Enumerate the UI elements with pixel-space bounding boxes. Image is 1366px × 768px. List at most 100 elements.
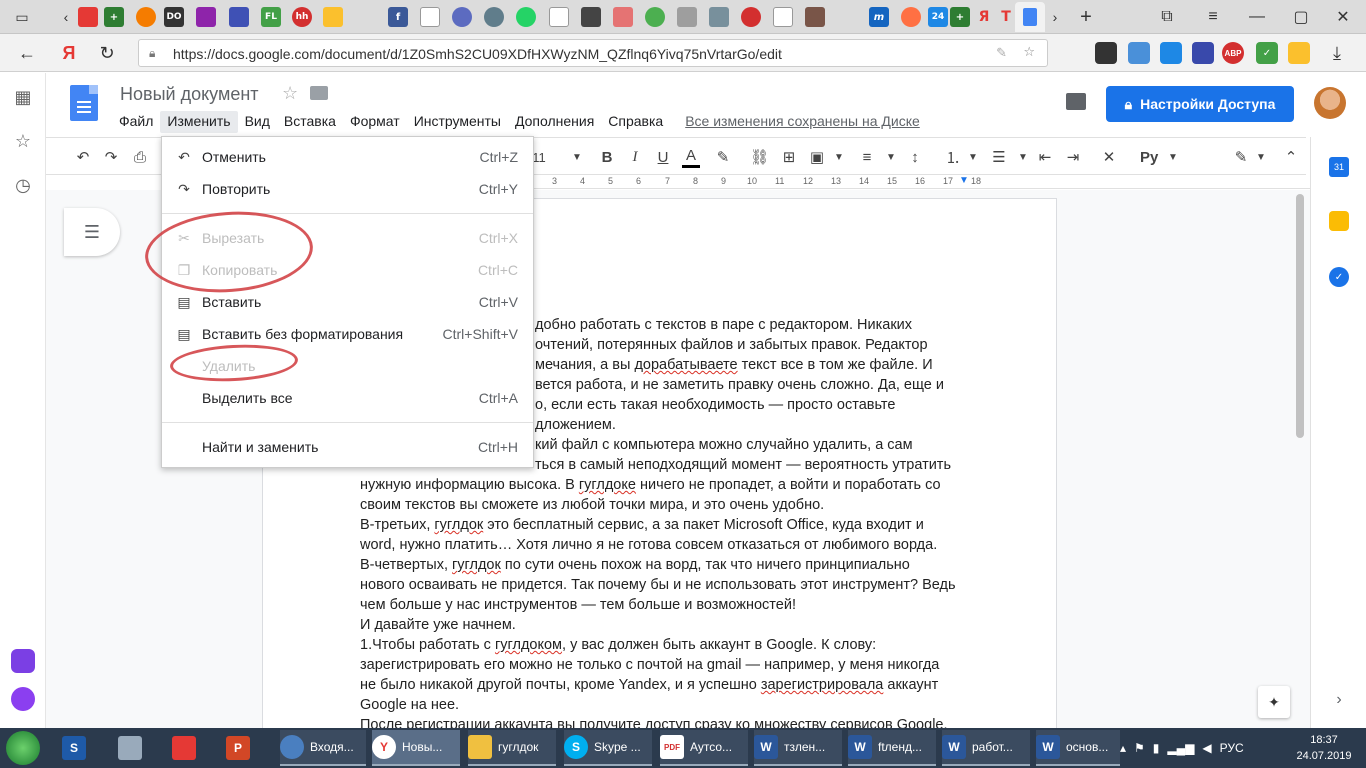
- menu-format[interactable]: Формат: [343, 111, 407, 133]
- taskbar-window-word-2[interactable]: Wftленд...: [848, 730, 936, 766]
- bulleted-list-dropdown-icon[interactable]: ▼: [1014, 146, 1032, 168]
- link-icon[interactable]: ⛓: [750, 146, 769, 168]
- highlight-icon[interactable]: ✎: [714, 146, 732, 168]
- tab-favicon-page-3[interactable]: [773, 7, 793, 27]
- editing-mode-dropdown-icon[interactable]: ▼: [1252, 146, 1270, 168]
- tab-active-docs[interactable]: [1015, 2, 1045, 32]
- menu-view[interactable]: Вид: [238, 111, 277, 133]
- align-dropdown-icon[interactable]: ▼: [882, 146, 900, 168]
- tray-expand-icon[interactable]: ▴: [1120, 741, 1126, 755]
- yandex-messenger-icon[interactable]: [11, 649, 35, 673]
- comments-icon[interactable]: [1066, 93, 1086, 110]
- spelling-error[interactable]: дорабатываете: [634, 357, 737, 373]
- url-field[interactable]: 🔒︎ https://docs.google.com/document/d/1Z…: [138, 39, 1048, 67]
- taskbar-app-powerpoint[interactable]: P: [226, 730, 264, 766]
- taskbar-window-browser[interactable]: Y Новы...: [372, 730, 460, 766]
- taskbar-window-word-4[interactable]: Wоснов...: [1036, 730, 1120, 766]
- vertical-scrollbar[interactable]: [1296, 194, 1304, 438]
- tab-favicon-do[interactable]: DO: [164, 7, 184, 27]
- editing-mode-icon[interactable]: ✎: [1232, 146, 1250, 168]
- browser-menu-icon[interactable]: ≡: [1190, 0, 1236, 34]
- docs-logo-icon[interactable]: [70, 85, 98, 121]
- alice-assistant-icon[interactable]: [11, 687, 35, 711]
- extension-icon-cloud[interactable]: [1160, 42, 1182, 64]
- menu-item-redo[interactable]: ↷ Повторить Ctrl+Y: [162, 173, 533, 205]
- input-tools[interactable]: Ру: [1140, 146, 1158, 168]
- tab-favicon-facebook[interactable]: f: [388, 7, 408, 27]
- clock[interactable]: 18:37 24.07.2019: [1292, 732, 1356, 764]
- action-center-flag-icon[interactable]: ⚑: [1134, 741, 1145, 755]
- extension-icon-shield[interactable]: ✓: [1256, 42, 1278, 64]
- taskbar-app-paint[interactable]: [172, 730, 210, 766]
- tab-favicon-globe-2[interactable]: [484, 7, 504, 27]
- menu-addons[interactable]: Дополнения: [508, 111, 601, 133]
- bookmark-star-icon[interactable]: ☆: [1023, 44, 1035, 60]
- print-icon[interactable]: ⎙: [131, 146, 149, 168]
- add-comment-icon[interactable]: ⊞: [780, 146, 798, 168]
- tab-favicon-page[interactable]: [420, 7, 440, 27]
- spelling-error[interactable]: зарегистрировала: [761, 677, 884, 693]
- decrease-indent-icon[interactable]: ⇤: [1036, 146, 1054, 168]
- language-indicator[interactable]: РУС: [1220, 741, 1244, 755]
- spelling-error[interactable]: гуглдок: [434, 517, 483, 533]
- font-size-dropdown-icon[interactable]: ▼: [568, 146, 586, 168]
- redo-icon[interactable]: ↷: [102, 146, 120, 168]
- tab-favicon-sheets[interactable]: +: [104, 7, 124, 27]
- tabs-scroll-right-icon[interactable]: ›: [1043, 5, 1067, 29]
- tab-manager-icon[interactable]: ▭: [10, 5, 34, 29]
- input-tools-dropdown-icon[interactable]: ▼: [1164, 146, 1182, 168]
- adblock-icon[interactable]: ABP: [1222, 42, 1244, 64]
- increase-indent-icon[interactable]: ⇥: [1064, 146, 1082, 168]
- undo-icon[interactable]: ↶: [74, 146, 92, 168]
- yandex-logo-icon[interactable]: Я: [56, 41, 82, 65]
- volume-icon[interactable]: ◀: [1202, 741, 1211, 755]
- insert-image-icon[interactable]: ▣: [808, 146, 826, 168]
- url-text[interactable]: https://docs.google.com/document/d/1Z0Sm…: [173, 46, 782, 62]
- explore-button[interactable]: ✦: [1258, 686, 1290, 718]
- expand-panel-icon[interactable]: ›: [1329, 690, 1349, 710]
- italic-icon[interactable]: I: [626, 146, 644, 168]
- spelling-error[interactable]: гуглдоком: [495, 637, 562, 653]
- reload-icon[interactable]: ↻: [94, 41, 120, 65]
- tab-favicon-paw[interactable]: [805, 7, 825, 27]
- extension-icon-grid[interactable]: [1192, 42, 1214, 64]
- menu-help[interactable]: Справка: [601, 111, 670, 133]
- tab-favicon-24[interactable]: 24: [928, 7, 948, 27]
- numbered-list-dropdown-icon[interactable]: ▼: [964, 146, 982, 168]
- tab-favicon-pink[interactable]: [613, 7, 633, 27]
- avatar[interactable]: [1314, 87, 1346, 119]
- spelling-error[interactable]: гуглдоке: [579, 477, 636, 493]
- tab-favicon-yandex[interactable]: Я: [974, 7, 994, 27]
- tab-favicon-dark[interactable]: [581, 7, 601, 27]
- tab-favicon-orange[interactable]: [136, 7, 156, 27]
- saved-status[interactable]: Все изменения сохранены на Диске: [678, 111, 927, 133]
- tab-favicon-orange-2[interactable]: [901, 7, 921, 27]
- taskbar-window-word-1[interactable]: Wтзлен...: [754, 730, 842, 766]
- extension-icon-mail[interactable]: [1128, 42, 1150, 64]
- document-outline-button[interactable]: ☰: [64, 208, 120, 256]
- taskbar-window-folder[interactable]: гуглдок: [468, 730, 556, 766]
- taskbar-app-calculator[interactable]: [118, 730, 156, 766]
- menu-file[interactable]: Файл: [112, 111, 160, 133]
- tab-favicon-settings[interactable]: [709, 7, 729, 27]
- line-spacing-icon[interactable]: ↕: [906, 146, 924, 168]
- numbered-list-icon[interactable]: ⒈: [944, 146, 962, 168]
- extension-icon-1[interactable]: [1095, 42, 1117, 64]
- start-button[interactable]: [6, 730, 46, 766]
- tab-favicon-blue[interactable]: [229, 7, 249, 27]
- keep-icon[interactable]: [1329, 211, 1349, 231]
- taskbar-window-word-3[interactable]: Wработ...: [942, 730, 1030, 766]
- signal-icon[interactable]: ▂▄▆: [1167, 741, 1194, 755]
- taskbar-window-skype[interactable]: S Skype ...: [564, 730, 652, 766]
- align-icon[interactable]: ≡: [858, 146, 876, 168]
- underline-icon[interactable]: U: [654, 146, 672, 168]
- tab-favicon-hh[interactable]: hh: [292, 7, 312, 27]
- apps-grid-icon[interactable]: ▦: [11, 85, 35, 109]
- tab-favicon-red[interactable]: [78, 7, 98, 27]
- move-folder-icon[interactable]: [310, 86, 328, 100]
- tab-favicon-grey[interactable]: [677, 7, 697, 27]
- calendar-icon[interactable]: 31: [1329, 157, 1349, 177]
- download-icon[interactable]: ⤓: [1324, 41, 1350, 65]
- tab-favicon-globe[interactable]: [452, 7, 472, 27]
- tab-favicon-sheets-2[interactable]: +: [950, 7, 970, 27]
